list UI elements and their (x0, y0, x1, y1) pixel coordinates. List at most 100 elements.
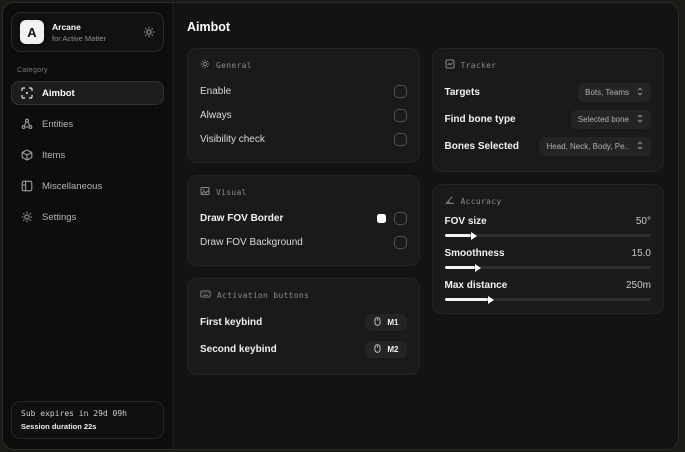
sidebar: A Arcane for Active Matter Category Aimb… (3, 3, 173, 449)
setting-row-draw-fov-border: Draw FOV Border (200, 207, 407, 229)
panel-general: General Enable Always Visibility check (187, 48, 420, 163)
slider-label: Smoothness (444, 248, 505, 259)
setting-row-find-bone-type: Find bone type Selected bone (444, 107, 651, 132)
panel-title: General (216, 60, 252, 70)
setting-row-first-keybind: First keybind M1 (200, 310, 407, 335)
draw-fov-border-checkbox[interactable] (393, 211, 407, 225)
panel-title: Activation buttons (217, 290, 310, 300)
setting-label: Targets (444, 87, 480, 98)
color-swatch[interactable] (376, 213, 386, 223)
sidebar-item-label: Items (42, 149, 66, 161)
session-duration-text: Session duration 22s (21, 422, 97, 431)
setting-label: Second keybind (200, 344, 277, 355)
panel-tracker: Tracker Targets Bots, Teams Find bone ty… (431, 48, 664, 172)
unfold-icon (636, 87, 644, 98)
mouse-icon (373, 317, 382, 328)
setting-row-visibility-check: Visibility check (200, 128, 407, 150)
subscription-card: Sub expires in 29d 09h Session duration … (11, 401, 164, 439)
gear-icon (200, 59, 210, 71)
setting-row-draw-fov-background: Draw FOV Background (200, 231, 407, 253)
setting-row-second-keybind: Second keybind M2 (200, 337, 407, 362)
keyboard-icon (200, 289, 211, 301)
find-bone-type-select[interactable]: Selected bone (570, 110, 651, 129)
slider-fill (444, 298, 488, 301)
setting-label: Draw FOV Border (200, 212, 284, 224)
keybind-value: M1 (387, 318, 399, 327)
page-title: Aimbot (187, 20, 231, 34)
keybind-value: M2 (387, 345, 399, 354)
unfold-icon (636, 114, 644, 125)
sidebar-item-entities[interactable]: Entities (11, 112, 164, 136)
slider-value: 15.0 (631, 248, 651, 259)
always-checkbox[interactable] (393, 108, 407, 122)
targets-select[interactable]: Bots, Teams (578, 83, 651, 102)
angle-icon (444, 195, 455, 207)
setting-label: Enable (200, 85, 232, 97)
cube-icon (21, 149, 33, 161)
sidebar-item-label: Settings (42, 211, 77, 223)
gear-icon[interactable] (143, 26, 155, 38)
sidebar-item-label: Entities (42, 118, 74, 130)
fov-size-slider[interactable] (444, 234, 651, 237)
setting-label: Draw FOV Background (200, 236, 303, 248)
app-window: A Arcane for Active Matter Category Aimb… (2, 2, 679, 450)
app-header-card: A Arcane for Active Matter (11, 12, 164, 52)
setting-label: Find bone type (444, 114, 516, 125)
slider-smoothness: Smoothness 15.0 (444, 248, 651, 269)
select-value: Selected bone (577, 115, 629, 124)
setting-label: First keybind (200, 317, 263, 328)
smoothness-slider[interactable] (444, 266, 651, 269)
left-column: General Enable Always Visibility check V… (187, 48, 420, 375)
radar-icon (445, 59, 455, 71)
image-icon (200, 186, 210, 198)
panel-visual: Visual Draw FOV Border Draw FOV Backgrou… (187, 175, 420, 266)
network-icon (21, 118, 33, 130)
slider-fill (444, 266, 476, 269)
gear-icon (21, 211, 33, 223)
sidebar-item-label: Miscellaneous (42, 180, 103, 192)
draw-fov-background-checkbox[interactable] (393, 235, 407, 249)
app-logo: A (20, 20, 44, 44)
visibility-check-checkbox[interactable] (393, 132, 407, 146)
unfold-icon (636, 141, 644, 152)
slider-value: 250m (625, 280, 651, 291)
panel-activation-buttons: Activation buttons First keybind M1 Seco… (187, 278, 420, 375)
sidebar-item-items[interactable]: Items (11, 143, 164, 167)
sub-expires-text: Sub expires in 29d 09h (21, 409, 127, 418)
setting-label: Visibility check (200, 133, 265, 145)
setting-label: Bones Selected (444, 141, 519, 152)
sidebar-item-miscellaneous[interactable]: Miscellaneous (11, 174, 164, 198)
crosshair-icon (21, 87, 33, 99)
setting-row-targets: Targets Bots, Teams (444, 80, 651, 105)
second-keybind-button[interactable]: M2 (365, 341, 407, 358)
category-label: Category (17, 67, 48, 74)
right-column: Tracker Targets Bots, Teams Find bone ty… (431, 48, 664, 314)
app-tagline: for Active Matter (52, 33, 107, 43)
sidebar-item-aimbot[interactable]: Aimbot (11, 81, 164, 105)
setting-row-enable: Enable (200, 80, 407, 102)
select-value: Head, Neck, Body, Pe.. (546, 142, 629, 151)
slider-max-distance: Max distance 250m (444, 280, 651, 301)
panel-accuracy: Accuracy FOV size 50° Smoothness 15.0 Ma… (431, 184, 664, 314)
panel-title: Visual (216, 187, 247, 197)
sidebar-item-settings[interactable]: Settings (11, 205, 164, 229)
slider-fov-size: FOV size 50° (444, 216, 651, 237)
slider-label: FOV size (444, 216, 487, 227)
slider-label: Max distance (444, 280, 508, 291)
select-value: Bots, Teams (585, 88, 629, 97)
sidebar-nav: Aimbot Entities Items Miscellaneous Sett… (11, 81, 164, 229)
bones-selected-select[interactable]: Head, Neck, Body, Pe.. (539, 137, 651, 156)
setting-row-bones-selected: Bones Selected Head, Neck, Body, Pe.. (444, 134, 651, 159)
max-distance-slider[interactable] (444, 298, 651, 301)
panel-title: Accuracy (460, 196, 502, 206)
app-name: Arcane (52, 21, 81, 32)
panel-title: Tracker (460, 60, 497, 70)
enable-checkbox[interactable] (393, 84, 407, 98)
setting-label: Always (200, 109, 232, 121)
first-keybind-button[interactable]: M1 (365, 314, 407, 331)
layout-icon (21, 180, 33, 192)
main-content: Aimbot General Enable Always Visibility … (173, 3, 678, 449)
setting-row-always: Always (200, 104, 407, 126)
sidebar-item-label: Aimbot (42, 87, 75, 99)
mouse-icon (373, 344, 382, 355)
